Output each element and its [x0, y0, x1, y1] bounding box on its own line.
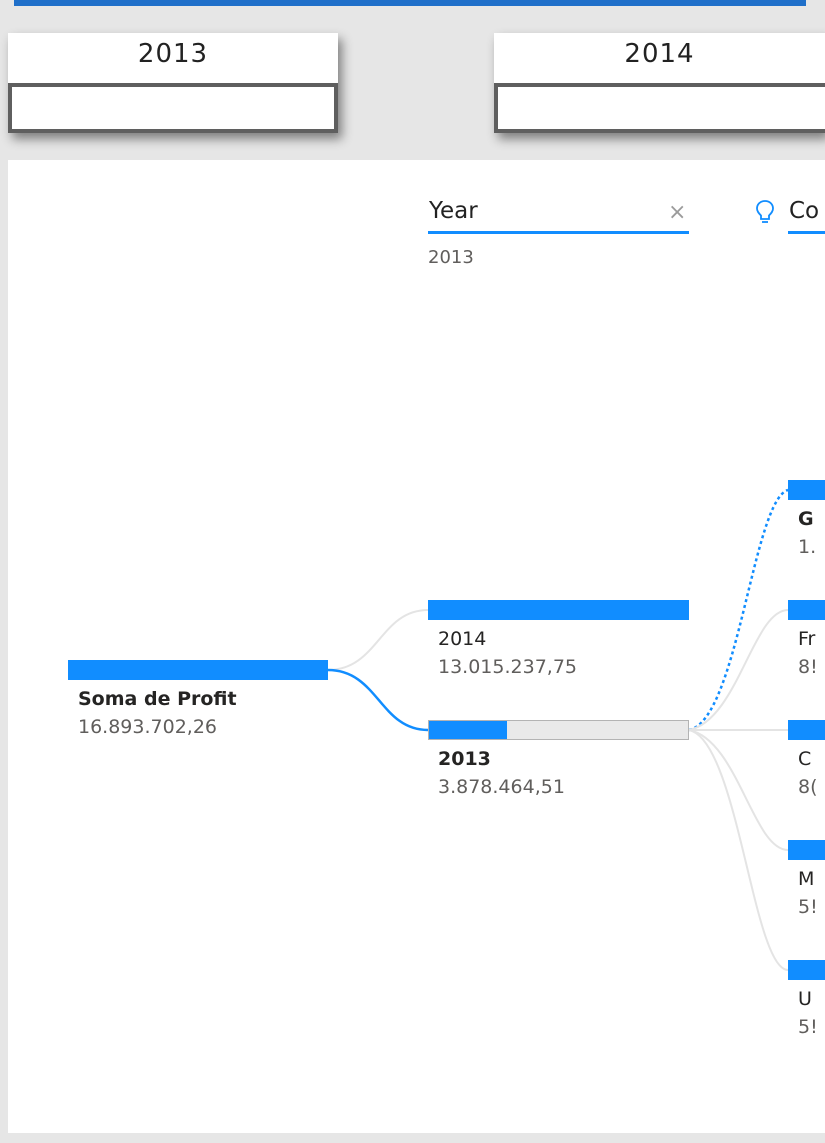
- close-icon[interactable]: ×: [668, 200, 686, 225]
- node-2014-bar-fill: [428, 600, 689, 620]
- node-c-bar-fill: [788, 720, 825, 740]
- slicer-input[interactable]: [8, 83, 338, 133]
- slicer-input[interactable]: [494, 83, 825, 133]
- lightbulb-icon[interactable]: [755, 198, 775, 230]
- node-fr-bar-fill: [788, 600, 825, 620]
- connector-2013-fr: [688, 609, 789, 731]
- node-m-value: 5!: [798, 896, 818, 918]
- connector-2013-u: [688, 729, 789, 971]
- level-header-underline: [788, 231, 825, 234]
- node-c-bar[interactable]: [788, 720, 825, 740]
- node-m-bar-fill: [788, 840, 825, 860]
- node-2013-bar-fill: [429, 721, 507, 739]
- slicer-title: 2014: [624, 39, 695, 69]
- root-bar[interactable]: [68, 660, 328, 680]
- connector-lines: [327, 488, 789, 971]
- level-header-underline: [428, 231, 689, 234]
- decomposition-tree: Soma de Profit 16.893.702,26 Year × 2013…: [8, 160, 825, 1133]
- connector-root-2014: [327, 609, 429, 671]
- connector-root-2013: [327, 668, 429, 732]
- node-g-bar-fill: [788, 480, 825, 500]
- node-u-bar-fill: [788, 960, 825, 980]
- level-header-co: Co: [789, 198, 820, 224]
- root-label: Soma de Profit: [78, 688, 237, 710]
- node-2014-bar[interactable]: [428, 600, 689, 620]
- level-filter-value: 2013: [428, 247, 474, 268]
- node-u-bar[interactable]: [788, 960, 825, 980]
- node-fr-value: 8!: [798, 656, 818, 678]
- node-m-bar[interactable]: [788, 840, 825, 860]
- slicer-2013[interactable]: 2013: [8, 33, 338, 133]
- node-2014-label: 2014: [438, 628, 487, 650]
- node-2013-bar[interactable]: [428, 720, 689, 740]
- node-g-value: 1.: [798, 536, 817, 558]
- node-c-label: C: [798, 748, 812, 770]
- level2-column: Co G 1. Fr 8! C 8( M 5! U 5!: [788, 160, 825, 1133]
- node-2013-label: 2013: [438, 748, 491, 770]
- root-value: 16.893.702,26: [78, 716, 218, 738]
- node-g-bar[interactable]: [788, 480, 825, 500]
- node-c-value: 8(: [798, 776, 818, 798]
- level-header-year: Year: [429, 198, 478, 224]
- slicer-title: 2013: [137, 39, 209, 69]
- top-accent-bar: [14, 0, 806, 6]
- node-fr-bar[interactable]: [788, 600, 825, 620]
- node-m-label: M: [798, 868, 815, 890]
- node-2013-value: 3.878.464,51: [438, 776, 565, 798]
- root-bar-fill: [68, 660, 328, 680]
- connector-2013-g: [688, 488, 789, 732]
- node-g-label: G: [798, 508, 814, 530]
- node-fr-label: Fr: [798, 628, 816, 650]
- node-2014-value: 13.015.237,75: [438, 656, 578, 678]
- node-u-label: U: [798, 988, 812, 1010]
- slicer-2014[interactable]: 2014: [494, 33, 825, 133]
- node-u-value: 5!: [798, 1016, 818, 1038]
